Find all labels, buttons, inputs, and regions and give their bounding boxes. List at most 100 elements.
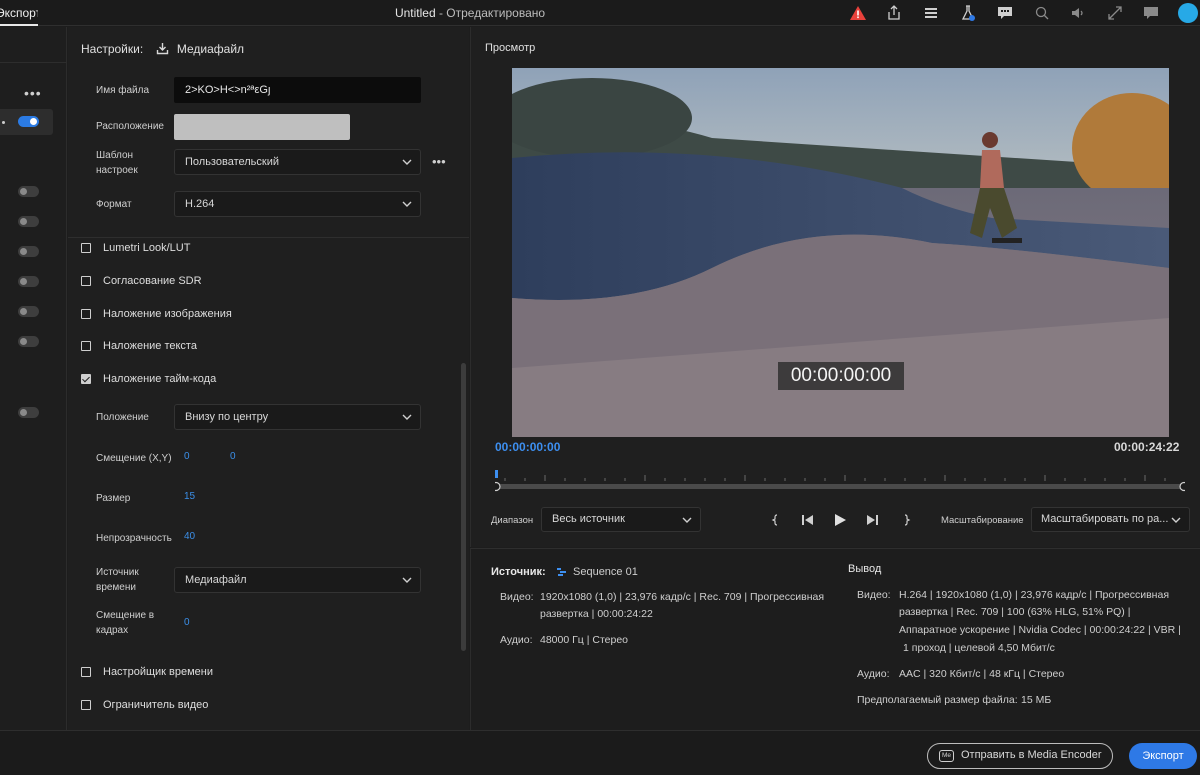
timeline-scrubber[interactable] — [495, 468, 1185, 494]
preset-value: Пользовательский — [185, 156, 279, 168]
source-audio-value: 48000 Гц | Стерео — [540, 634, 629, 646]
tc-offset-y[interactable]: 0 — [230, 451, 236, 462]
share-icon[interactable] — [885, 4, 903, 22]
format-label: Формат — [96, 199, 132, 210]
range-select[interactable]: Весь источник — [541, 507, 701, 532]
warning-icon[interactable] — [849, 4, 867, 22]
mark-out-icon[interactable] — [898, 512, 914, 528]
chevron-down-icon — [402, 201, 412, 207]
preview-title: Просмотр — [485, 42, 536, 54]
sdr-checkbox[interactable] — [81, 276, 91, 286]
scale-label: Масштабирование — [941, 515, 1024, 526]
image-overlay-checkbox[interactable] — [81, 309, 91, 319]
tc-position-label: Положение — [96, 412, 149, 423]
output-video-line4: 1 проход | целевой 4,50 Мбит/с — [903, 642, 1055, 654]
tc-position-select[interactable]: Внизу по центру — [174, 404, 421, 430]
toggle-destination-3[interactable] — [18, 246, 39, 257]
tc-size-label: Размер — [96, 493, 131, 504]
settings-scrollbar[interactable] — [461, 363, 466, 651]
preset-select[interactable]: Пользовательский — [174, 149, 421, 175]
current-timecode[interactable]: 00:00:00:00 — [495, 440, 560, 454]
play-icon[interactable] — [832, 512, 848, 528]
timeline-ticks — [504, 475, 1166, 481]
output-video-line3: Аппаратное ускорение | Nvidia Codec | 00… — [899, 624, 1181, 636]
export-button[interactable]: Экспорт — [1129, 743, 1197, 769]
range-value: Весь источник — [552, 513, 625, 525]
tc-source-label-2: времени — [96, 582, 136, 593]
toggle-destination-5[interactable] — [18, 306, 39, 317]
output-video-label: Видео: — [857, 589, 891, 601]
toggle-destination-1[interactable] — [18, 186, 39, 197]
format-select[interactable]: H.264 — [174, 191, 421, 217]
media-encoder-icon: Me — [939, 750, 954, 762]
chevron-down-icon — [402, 414, 412, 420]
location-label: Расположение — [96, 121, 164, 132]
settings-header: Настройки: Медиафайл — [81, 42, 244, 56]
video-limiter-label[interactable]: Ограничитель видео — [103, 699, 208, 711]
lumetri-label[interactable]: Lumetri Look/LUT — [103, 242, 190, 254]
settings-header-target: Медиафайл — [176, 42, 245, 56]
toggle-destination-6[interactable] — [18, 336, 39, 347]
toggle-mediafile[interactable] — [18, 116, 39, 127]
filename-label: Имя файла — [96, 85, 150, 96]
mark-in-icon[interactable] — [768, 512, 784, 528]
window-title: Untitled - Отредактировано — [0, 0, 940, 26]
time-tuner-checkbox[interactable] — [81, 667, 91, 677]
tc-frame-offset-label-2: кадрах — [96, 625, 129, 636]
output-audio-label: Аудио: — [857, 668, 890, 680]
scale-value: Масштабировать по ра... — [1041, 513, 1169, 525]
text-overlay-checkbox[interactable] — [81, 341, 91, 351]
more-icon[interactable]: ••• — [24, 85, 42, 101]
filename-input[interactable]: 2>KO>H<>n²ªεGȷ — [174, 77, 421, 103]
toggle-destination-7[interactable] — [18, 407, 39, 418]
scale-select[interactable]: Масштабировать по ра... — [1031, 507, 1190, 532]
rail-divider — [0, 62, 67, 63]
lumetri-checkbox[interactable] — [81, 243, 91, 253]
volume-icon[interactable] — [1069, 4, 1087, 22]
project-name: Untitled — [394, 6, 436, 20]
toggle-destination-4[interactable] — [18, 276, 39, 287]
in-point-handle — [495, 481, 501, 492]
timecode-overlay-checkbox[interactable] — [81, 374, 91, 384]
source-video-line2: развертка | 00:00:24:22 — [540, 608, 653, 620]
tc-frame-offset-value[interactable]: 0 — [184, 617, 190, 628]
avatar[interactable] — [1178, 3, 1198, 23]
bottom-bar: Me Отправить в Media Encoder Экспорт — [0, 730, 1200, 775]
tc-opacity-value[interactable]: 40 — [184, 531, 195, 542]
tc-size-value[interactable]: 15 — [184, 491, 195, 502]
settings-header-label: Настройки: — [81, 42, 144, 56]
text-overlay-label[interactable]: Наложение текста — [103, 340, 197, 352]
step-forward-icon[interactable] — [865, 512, 881, 528]
timecode-overlay-label[interactable]: Наложение тайм-кода — [103, 373, 216, 385]
feedback-icon[interactable] — [1142, 4, 1160, 22]
chevron-down-icon — [682, 517, 692, 523]
video-limiter-checkbox[interactable] — [81, 700, 91, 710]
beta-flask-icon[interactable] — [959, 4, 977, 22]
image-overlay-label[interactable]: Наложение изображения — [103, 308, 232, 320]
fullscreen-icon[interactable] — [1106, 4, 1124, 22]
sdr-label[interactable]: Согласование SDR — [103, 275, 202, 287]
time-tuner-label[interactable]: Настройщик времени — [103, 666, 213, 678]
left-rail: ••• — [0, 27, 67, 730]
comments-icon[interactable] — [996, 4, 1014, 22]
timecode-overlay: 00:00:00:00 — [778, 362, 904, 390]
tc-source-select[interactable]: Медиафайл — [174, 567, 421, 593]
timeline-track — [495, 484, 1185, 489]
quick-search-icon[interactable] — [1033, 4, 1051, 22]
output-audio-value: AAC | 320 Кбит/с | 48 кГц | Стерео — [899, 668, 1065, 680]
source-audio-label: Аудио: — [500, 634, 533, 646]
location-field[interactable] — [174, 114, 350, 140]
tc-frame-offset-label-1: Смещение в — [96, 610, 155, 621]
filesize-label: Предполагаемый размер файла: — [857, 694, 1018, 706]
preset-more-icon[interactable]: ••• — [432, 154, 446, 169]
chevron-down-icon — [402, 159, 412, 165]
send-to-media-encoder-button[interactable]: Me Отправить в Media Encoder — [927, 743, 1113, 769]
format-value: H.264 — [185, 198, 215, 210]
project-status: - Отредактировано — [435, 6, 546, 20]
timeline-icon[interactable] — [922, 4, 940, 22]
toggle-destination-2[interactable] — [18, 216, 39, 227]
tc-offset-x[interactable]: 0 — [184, 451, 190, 462]
step-back-icon[interactable] — [799, 512, 815, 528]
send-to-media-encoder-label: Отправить в Media Encoder — [961, 749, 1102, 761]
chevron-down-icon — [402, 577, 412, 583]
